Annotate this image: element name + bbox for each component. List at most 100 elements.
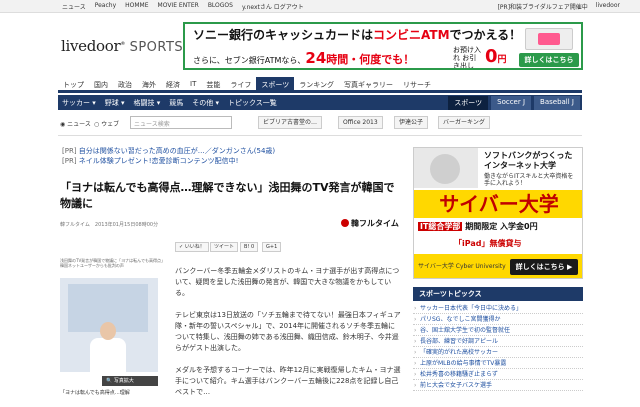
keyword-tag-burger-king[interactable]: バーガーキング — [438, 116, 490, 129]
hatena-bookmark-button[interactable]: B! 0 — [240, 242, 259, 252]
keyword-tag-office[interactable]: Office 2013 — [338, 116, 383, 129]
article-paragraph-2: テレビ東京は13日放送の「ソチ五輪まで待てない！最強日本フィギュア隊・新年の誓い… — [175, 311, 401, 352]
pr-line-1[interactable]: [PR] 自分は関係ない習だった高めの血圧が…／ダンガンさん(54歳) — [62, 146, 275, 156]
banner-seven-text: さらに、セブン銀行ATMなら、 — [193, 56, 306, 65]
topic-item[interactable]: 松井秀喜の移籍騒ぎ止まらず — [413, 369, 583, 380]
banner-conbini-atm: コンビニATM — [373, 28, 450, 42]
topbar-pr-link[interactable]: [PR]和装ブライダルフェア開催中 — [498, 2, 588, 11]
topbar-link-homme[interactable]: HOMME — [125, 2, 148, 11]
banner-anytime: 時間・何度でも！ — [326, 53, 415, 66]
article-photo[interactable] — [60, 278, 158, 372]
tab-baseball-j[interactable]: Baseball J — [534, 96, 580, 110]
subnav-horse-racing[interactable]: 競馬 — [169, 98, 183, 108]
ad-line-2a: 働きながらITスキルと大卒資格を — [484, 173, 574, 180]
radio-web[interactable]: ○ ウェブ — [94, 119, 119, 128]
site-logo[interactable]: livedoor® SPORTS — [61, 37, 183, 55]
pr-text[interactable]: ネイル体験プレゼント!恋愛診断コンテンツ配信中! — [79, 157, 239, 165]
google-plus-button[interactable]: G+1 — [262, 242, 282, 252]
logo-brand: livedoor — [61, 37, 121, 55]
topic-item[interactable]: サッカー日本代表「今日中に決める」 — [413, 303, 583, 314]
topbar-livedoor-link[interactable]: livedoor — [596, 2, 620, 11]
subnav-soccer[interactable]: サッカー ▾ — [62, 98, 96, 108]
photo-person-face — [100, 322, 116, 340]
banner-text-1: のキャッシュカードは — [253, 28, 374, 42]
nav-politics[interactable]: 政治 — [113, 77, 137, 90]
topic-item[interactable]: 長谷部、練習で好調アピール — [413, 336, 583, 347]
banner-zero-value: 0 — [485, 46, 498, 67]
article-meta: 韓フルタイム 2013年01月15日08時00分 — [60, 222, 159, 228]
ad-footer: サイバー大学 Cyber University 詳しくはこちら ▶ — [414, 254, 582, 278]
banner-detail-button[interactable]: 詳しくはこちら — [519, 53, 579, 67]
photo-enlarge-label: 写真拡大 — [113, 378, 134, 384]
nav-world[interactable]: 海外 — [137, 77, 161, 90]
article-headline: 「ヨナは転んでも高得点…理解できない」浅田舞のTV発言が韓国で物議に — [60, 181, 395, 210]
nav-it[interactable]: IT — [185, 77, 201, 90]
tab-soccer-j[interactable]: Soccer J — [491, 96, 532, 110]
subnav-other[interactable]: その他 ▾ — [192, 98, 219, 108]
nav-research[interactable]: リサーチ — [398, 77, 436, 90]
article-paragraph-3: メダルを予想するコーナーでは、昨年12月に実戦復帰したキム・ヨナ選手について紹介… — [175, 366, 401, 396]
cyber-university-ad[interactable]: ソフトバンクがつくった インターネット大学 働きながらITスキルと大卒資格を 手に入… — [413, 147, 583, 279]
subnav-baseball[interactable]: 野球 ▾ — [105, 98, 125, 108]
source-logo: 韓フルタイム — [341, 218, 399, 229]
search-row: ◉ ニュース ○ ウェブ ニュース検索 ビブリア古書堂の… Office 201… — [60, 116, 582, 132]
ad-footer-logo: サイバー大学 Cyber University — [418, 263, 506, 270]
subnav-topics-list[interactable]: トピックス一覧 — [228, 98, 277, 108]
ad-detail-button[interactable]: 詳しくはこちら ▶ — [510, 259, 578, 275]
keyword-tag-biblia[interactable]: ビブリア古書堂の… — [258, 116, 323, 129]
sports-topics-list: サッカー日本代表「今日中に決める」 パリSG、なでしこ宮間獲得か 谷、国士舘大学… — [413, 303, 583, 391]
pr-tag: [PR] — [62, 157, 77, 165]
sony-bank-banner-ad[interactable]: ソニー銀行のキャッシュカードはコンビニATMでつかえる！ さらに、セブン銀行AT… — [183, 22, 583, 70]
ad-free-admission: 期間限定 入学金0円 — [465, 222, 538, 231]
nav-life[interactable]: ライフ — [225, 77, 256, 90]
nav-photo-gallery[interactable]: 写真ギャラリー — [339, 77, 398, 90]
keyword-tag-date-kimiko[interactable]: 伊達公子 — [394, 116, 429, 129]
taegeuk-icon — [341, 219, 349, 227]
radio-news[interactable]: ◉ ニュース — [60, 119, 91, 128]
pr-tag: [PR] — [62, 147, 77, 155]
topbar-link-peachy[interactable]: Peachy — [95, 2, 116, 11]
topic-item[interactable]: 上原がMLBの給与事情でTV暴露 — [413, 358, 583, 369]
ad-line-3: IT総合学部 期間限定 入学金0円 — [418, 221, 538, 232]
topic-item[interactable]: 前ヒ大会で女子バスケ選手 — [413, 380, 583, 391]
nav-sports[interactable]: スポーツ — [256, 77, 295, 90]
topbar-link-news[interactable]: ニュース — [62, 2, 86, 11]
nav-ranking[interactable]: ランキング — [294, 77, 339, 90]
news-search-input[interactable]: ニュース検索 — [130, 116, 232, 129]
logo-section: SPORTS — [129, 40, 184, 55]
ad-line-1: ソフトバンクがつくった インターネット大学 — [484, 151, 572, 171]
nav-top[interactable]: トップ — [58, 77, 89, 90]
ad-ipad-loan: 「iPad」無償貸与 — [454, 239, 522, 248]
nav-economy[interactable]: 経済 — [161, 77, 185, 90]
topbar-link-blogos[interactable]: BLOGOS — [208, 2, 233, 11]
nav-domestic[interactable]: 国内 — [89, 77, 113, 90]
banner-zero-fee: 0円 — [485, 46, 507, 67]
tweet-button[interactable]: ツイート — [210, 242, 239, 252]
topbar-link-movie-enter[interactable]: MOVIE ENTER — [158, 2, 199, 11]
ad-face-image — [414, 148, 478, 188]
ad-line-1a: ソフトバンクがつくった — [484, 151, 573, 160]
topic-item[interactable]: パリSG、なでしこ宮間獲得か — [413, 314, 583, 325]
article-body: バンクーバー冬季五輪金メダリストのキム・ヨナ選手が出す高得点について、疑問を呈し… — [175, 266, 401, 407]
nav-entertainment[interactable]: 芸能 — [201, 77, 225, 90]
facebook-like-button[interactable]: ✓ いいね！ — [175, 242, 209, 252]
subnav-martial-arts[interactable]: 格闘技 ▾ — [134, 98, 161, 108]
banner-zero-unit: 円 — [497, 55, 507, 65]
photo-caption-top-2: 韓国ネットユーザーからも批判の声 — [60, 263, 124, 268]
article-paragraph-1: バンクーバー冬季五輪金メダリストのキム・ヨナ選手が出す高得点について、疑問を呈し… — [175, 267, 400, 297]
photo-caption: 「ヨナは転んでも高得点…理解 — [60, 390, 130, 396]
tab-sports[interactable]: スポーツ — [448, 96, 489, 110]
banner-24: 24 — [305, 49, 327, 67]
photo-person-body — [90, 338, 126, 372]
source-logo-text: 韓フルタイム — [351, 219, 399, 228]
pr-text[interactable]: 自分は関係ない習だった高めの血圧が…／ダンガンさん(54歳) — [79, 147, 275, 155]
banner-bank-name: ソニー銀行 — [193, 28, 254, 42]
pr-line-2[interactable]: [PR] ネイル体験プレゼント!恋愛診断コンテンツ配信中! — [62, 156, 238, 166]
topic-item[interactable]: 谷、国士舘大学生で初の監督就任 — [413, 325, 583, 336]
photo-enlarge-button[interactable]: 🔍 写真拡大 — [102, 376, 158, 386]
topbar-user-logout[interactable]: y.nextさん ログアウト — [242, 2, 304, 11]
topic-item[interactable]: 「確実的がれた高校サッカー — [413, 347, 583, 358]
banner-text-2: でつかえる！ — [449, 28, 522, 42]
sports-sub-nav: サッカー ▾ 野球 ▾ 格闘技 ▾ 競馬 その他 ▾ トピックス一覧 スポーツ … — [58, 95, 582, 110]
divider — [58, 135, 582, 136]
